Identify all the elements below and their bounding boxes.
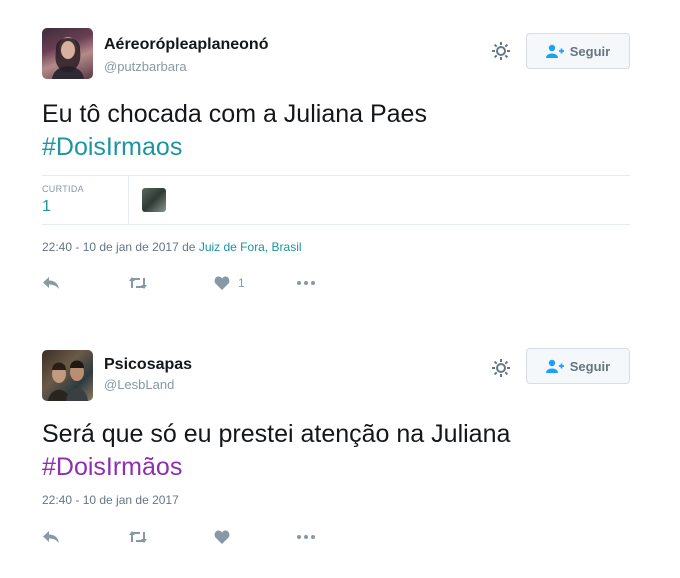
more-button[interactable] (296, 273, 316, 293)
divider (128, 176, 129, 225)
avatar[interactable] (42, 350, 93, 401)
follow-button[interactable]: Seguir (526, 348, 630, 384)
timestamp[interactable]: 22:40 - 10 de jan de 2017 (42, 493, 179, 507)
more-icon (297, 281, 315, 285)
tweet: Psicosapas @LesbLand Seguir Será que só … (0, 330, 680, 578)
follow-label: Seguir (569, 43, 611, 59)
reply-button[interactable] (42, 273, 60, 293)
gear-icon[interactable] (490, 40, 512, 62)
tweet-actions: 1 (42, 273, 342, 293)
liker-avatar[interactable] (142, 188, 166, 212)
tweet-meta: 22:40 - 10 de jan de 2017 (42, 493, 179, 507)
reply-icon (43, 277, 59, 289)
location-link[interactable]: Juiz de Fora, Brasil (199, 240, 302, 254)
gear-icon[interactable] (490, 357, 512, 379)
more-icon (297, 535, 315, 539)
follow-button[interactable]: Seguir (526, 33, 630, 69)
location-prefix: de (182, 240, 196, 254)
screen-name[interactable]: @LesbLand (104, 377, 174, 392)
likes-label: CURTIDA (42, 184, 84, 194)
tweet-text: Eu tô chocada com a Juliana Paes #DoisIr… (42, 98, 642, 164)
add-user-icon (545, 44, 564, 58)
reply-icon (43, 531, 59, 543)
timestamp[interactable]: 22:40 - 10 de jan de 2017 (42, 240, 179, 254)
screen-name[interactable]: @putzbarbara (104, 59, 187, 74)
tweet-text: Será que só eu prestei atenção na Julian… (42, 418, 642, 484)
tweet-body: Eu tô chocada com a Juliana Paes (42, 100, 427, 128)
more-button[interactable] (296, 527, 316, 547)
reply-button[interactable] (42, 527, 60, 547)
tweet-actions (42, 527, 342, 547)
likes-count[interactable]: 1 (42, 198, 51, 216)
tweet-stats: CURTIDA 1 (42, 175, 630, 225)
heart-icon (214, 530, 230, 544)
like-count: 1 (238, 276, 245, 290)
tweet-meta: 22:40 - 10 de jan de 2017 de Juiz de For… (42, 240, 302, 254)
retweet-button[interactable] (128, 273, 148, 293)
display-name[interactable]: Psicosapas (104, 356, 192, 374)
add-user-icon (545, 359, 564, 373)
like-button[interactable] (214, 527, 230, 547)
avatar[interactable] (42, 28, 93, 79)
retweet-icon (129, 277, 147, 289)
hashtag-link[interactable]: #DoisIrmãos (42, 451, 642, 484)
tweet-body: Será que só eu prestei atenção na Julian… (42, 420, 511, 448)
like-button[interactable]: 1 (214, 273, 245, 293)
hashtag-link[interactable]: #DoisIrmaos (42, 131, 642, 164)
retweet-button[interactable] (128, 527, 148, 547)
display-name[interactable]: Aéreorópleaplaneonó (104, 36, 268, 54)
tweet: Aéreorópleaplaneonó @putzbarbara Seguir … (0, 0, 680, 300)
heart-icon (214, 276, 230, 290)
follow-label: Seguir (569, 358, 611, 374)
retweet-icon (129, 531, 147, 543)
